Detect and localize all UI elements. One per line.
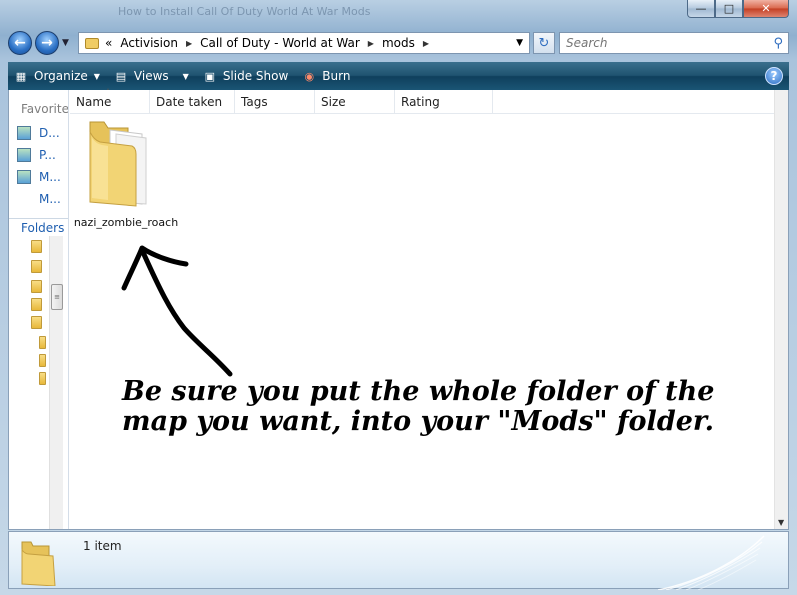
item-count: 1 item xyxy=(83,539,122,553)
organize-button[interactable]: ▦ Organize ▼ xyxy=(14,69,100,83)
column-tags-label: Tags xyxy=(241,95,268,109)
column-name-label: Name xyxy=(76,95,112,109)
breadcrumb: Activision ▶ Call of Duty - World at War… xyxy=(120,36,437,50)
favorite-link-label: P... xyxy=(39,148,56,162)
details-folder-icon xyxy=(21,541,56,586)
favorite-link-label: D... xyxy=(39,126,60,140)
favorite-link-pictures[interactable]: P... xyxy=(17,148,56,162)
tree-folder-icon[interactable] xyxy=(39,336,46,349)
favorite-link-music[interactable]: M... xyxy=(17,170,61,184)
navigation-pane: Favorite l D... P... M... M... Folders xyxy=(9,90,69,529)
search-icon[interactable]: ⚲ xyxy=(773,36,783,51)
slideshow-label: Slide Show xyxy=(222,69,289,83)
background-window-title: How to Install Call Of Duty World At War… xyxy=(118,5,371,18)
search-input[interactable] xyxy=(566,36,766,50)
tree-folder-icon[interactable] xyxy=(31,298,42,311)
documents-icon xyxy=(17,126,31,140)
views-label: Views xyxy=(133,69,169,83)
views-icon: ▤ xyxy=(115,69,127,83)
views-button[interactable]: ▤ Views ▼ xyxy=(114,69,189,83)
file-list: Name ˆ Date taken Tags Size Rating nazi_… xyxy=(70,88,788,529)
refresh-button[interactable]: ↻ xyxy=(533,32,555,54)
breadcrumb-activision[interactable]: Activision xyxy=(120,36,178,50)
tree-folder-icon[interactable] xyxy=(31,240,42,253)
file-list-scrollbar[interactable]: ▼ xyxy=(774,90,788,529)
column-rating-label: Rating xyxy=(401,95,440,109)
slideshow-button[interactable]: ▣ Slide Show xyxy=(203,69,289,83)
navigation-scrollbar[interactable]: ≡ xyxy=(49,236,63,529)
column-rating[interactable]: Rating xyxy=(395,90,493,114)
maximize-button[interactable]: □ xyxy=(715,0,743,18)
address-dropdown-icon[interactable]: ▼ xyxy=(516,38,523,48)
organize-icon: ▦ xyxy=(15,69,27,83)
slideshow-icon: ▣ xyxy=(204,69,216,83)
favorite-links-header: Favorite l xyxy=(21,102,69,116)
burn-button[interactable]: ◉ Burn xyxy=(302,69,350,83)
minimize-icon: — xyxy=(695,2,707,15)
sort-ascending-icon: ˆ xyxy=(106,88,110,97)
search-box[interactable]: ⚲ xyxy=(559,32,789,54)
help-icon: ? xyxy=(770,69,778,83)
folder-large-icon xyxy=(89,121,147,207)
close-icon: ✕ xyxy=(761,2,771,15)
command-bar: ▦ Organize ▼ ▤ Views ▼ ▣ Slide Show ◉ Bu… xyxy=(8,62,789,90)
chevron-right-icon[interactable]: ▶ xyxy=(368,39,374,48)
breadcrumb-overflow[interactable]: « xyxy=(105,36,112,50)
column-size-label: Size xyxy=(321,95,346,109)
favorite-link-label: M... xyxy=(39,170,61,184)
back-arrow-icon: ← xyxy=(14,35,26,51)
breadcrumb-mods[interactable]: mods xyxy=(382,36,415,50)
details-pane: 1 item xyxy=(8,531,789,590)
favorite-link-label: M... xyxy=(39,192,61,206)
help-button[interactable]: ? xyxy=(765,67,783,85)
tree-folder-icon[interactable] xyxy=(39,354,46,367)
back-button[interactable]: ← xyxy=(8,31,32,55)
burn-disc-icon: ◉ xyxy=(304,69,315,83)
column-date-taken[interactable]: Date taken xyxy=(150,90,235,114)
address-bar[interactable]: « Activision ▶ Call of Duty - World at W… xyxy=(78,32,530,54)
column-tags[interactable]: Tags xyxy=(235,90,315,114)
chevron-right-icon[interactable]: ▶ xyxy=(186,39,192,48)
chevron-down-icon: ▼ xyxy=(182,71,189,81)
forward-arrow-icon: → xyxy=(41,35,53,51)
favorite-link-more[interactable]: M... xyxy=(39,192,61,206)
folder-icon xyxy=(85,37,99,49)
annotation-line-2: map you want, into your "Mods" folder. xyxy=(122,406,715,437)
column-headers: Name ˆ Date taken Tags Size Rating xyxy=(70,88,774,114)
column-name[interactable]: Name ˆ xyxy=(70,88,150,114)
refresh-icon: ↻ xyxy=(538,35,550,51)
tree-folder-icon[interactable] xyxy=(31,316,42,329)
folders-header[interactable]: Folders xyxy=(9,218,68,236)
breadcrumb-call-of-duty[interactable]: Call of Duty - World at War xyxy=(200,36,360,50)
recent-pages-dropdown[interactable]: ▼ xyxy=(62,38,72,48)
column-date-taken-label: Date taken xyxy=(156,95,223,109)
tree-folder-icon[interactable] xyxy=(31,280,42,293)
window-controls: — □ ✕ xyxy=(687,0,789,18)
scroll-down-icon[interactable]: ▼ xyxy=(778,518,784,527)
navigation-row: ← → ▼ « Activision ▶ Call of Duty - Worl… xyxy=(8,30,789,56)
file-item-folder[interactable]: nazi_zombie_roach xyxy=(72,116,180,232)
column-size[interactable]: Size xyxy=(315,90,395,114)
organize-label: Organize xyxy=(34,69,88,83)
music-icon xyxy=(17,170,31,184)
scrollbar-thumb[interactable]: ≡ xyxy=(51,284,63,310)
close-button[interactable]: ✕ xyxy=(743,0,789,18)
annotation-line-1: Be sure you put the whole folder of the xyxy=(122,376,715,407)
minimize-button[interactable]: — xyxy=(687,0,715,18)
window-frame: How to Install Call Of Duty World At War… xyxy=(0,0,797,595)
annotation-text: Be sure you put the whole folder of the … xyxy=(122,377,714,437)
forward-button[interactable]: → xyxy=(35,31,59,55)
details-decoration xyxy=(658,535,765,590)
favorite-link-documents[interactable]: D... xyxy=(17,126,60,140)
chevron-down-icon: ▼ xyxy=(93,71,100,81)
file-name: nazi_zombie_roach xyxy=(73,216,179,229)
pictures-icon xyxy=(17,148,31,162)
maximize-icon: □ xyxy=(723,2,735,15)
explorer-pane: Favorite l D... P... M... M... Folders xyxy=(8,88,789,530)
chevron-right-icon[interactable]: ▶ xyxy=(423,39,429,48)
tree-folder-icon[interactable] xyxy=(39,372,46,385)
hand-drawn-arrow xyxy=(121,245,233,377)
tree-folder-icon[interactable] xyxy=(31,260,42,273)
burn-label: Burn xyxy=(322,69,351,83)
